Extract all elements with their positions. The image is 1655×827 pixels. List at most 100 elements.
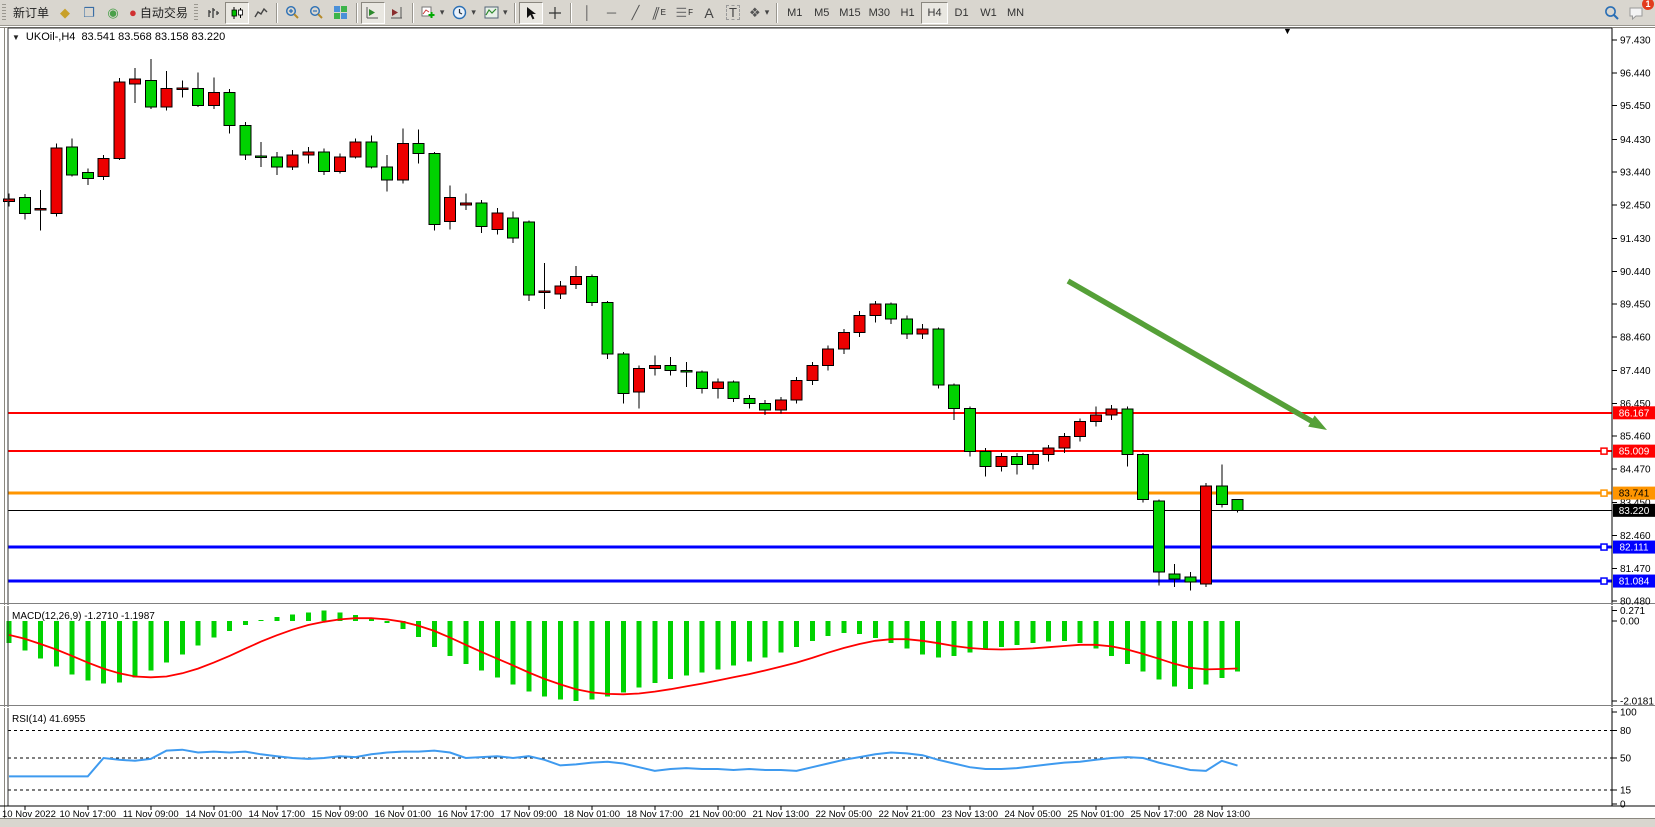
price-label-82.111: 82.111 [1613,541,1655,554]
svg-text:82.111: 82.111 [1619,543,1649,554]
svg-text:14 Nov 01:00: 14 Nov 01:00 [185,809,242,820]
arrows-button[interactable]: ❖ ▾ [745,2,773,24]
svg-text:21 Nov 00:00: 21 Nov 00:00 [689,809,746,820]
zoom-out-button[interactable] [305,2,329,24]
svg-text:80: 80 [1620,726,1632,737]
crosshair-icon [548,6,562,20]
autotrading-label: 自动交易 [140,4,188,21]
svg-text:18 Nov 17:00: 18 Nov 17:00 [626,809,683,820]
hline-handle[interactable] [1601,448,1607,454]
svg-text:88.460: 88.460 [1620,332,1651,343]
text-label-button[interactable]: T [721,2,745,24]
fibonacci-button[interactable]: ☰F [671,2,697,24]
svg-text:25 Nov 01:00: 25 Nov 01:00 [1067,809,1124,820]
timeframe-button-d1[interactable]: D1 [948,2,975,24]
channel-button[interactable]: ∥E [647,2,671,24]
channel-sub-label: E [661,8,666,17]
svg-text:14 Nov 17:00: 14 Nov 17:00 [248,809,305,820]
svg-text:0.271: 0.271 [1620,606,1645,617]
bar-chart-button[interactable] [201,2,225,24]
signals-button[interactable]: ◉ [101,2,125,24]
hline-handle[interactable] [1601,544,1607,550]
auto-scroll-button[interactable] [361,2,385,24]
chart-shift-button[interactable] [385,2,409,24]
timeframe-button-h1[interactable]: H1 [894,2,921,24]
svg-text:83.741: 83.741 [1619,489,1650,500]
svg-text:50: 50 [1620,754,1632,765]
fibonacci-icon: ☰ [675,6,687,19]
autotrading-button[interactable]: ● 自动交易 [125,2,192,24]
periods-button[interactable]: ▾ [448,2,480,24]
price-label-81.084: 81.084 [1613,575,1655,588]
toolbar-grip[interactable] [2,4,6,22]
trendline-icon: ╱ [632,6,640,19]
price-label-83.741: 83.741 [1613,487,1655,500]
crosshair-button[interactable] [543,2,567,24]
auto-scroll-icon [365,5,380,20]
svg-text:91.430: 91.430 [1620,234,1651,245]
zoom-in-button[interactable] [281,2,305,24]
tile-windows-button[interactable] [329,2,353,24]
symbol-dropdown-icon[interactable]: ▼ [12,33,20,42]
editor-button[interactable]: ◆ [53,2,77,24]
svg-text:92.450: 92.450 [1620,200,1651,211]
hline-handle[interactable] [1601,578,1607,584]
horizontal-line-button[interactable]: ─ [599,2,623,24]
hline-handle[interactable] [1601,490,1607,496]
new-order-button[interactable]: 新订单 [9,2,53,24]
price-label-85.009: 85.009 [1613,445,1655,458]
toolbar-separator [412,3,414,23]
timeframe-button-w1[interactable]: W1 [975,2,1002,24]
text-label-icon: T [726,5,740,20]
cursor-icon [524,6,538,20]
dropdown-icon: ▾ [471,7,476,18]
timeframe-button-m30[interactable]: M30 [865,2,894,24]
svg-text:18 Nov 01:00: 18 Nov 01:00 [563,809,620,820]
svg-text:16 Nov 01:00: 16 Nov 01:00 [374,809,431,820]
toolbar-grip[interactable] [194,4,198,22]
dropdown-icon: ▾ [440,7,445,18]
toolbar-separator [570,3,572,23]
svg-text:86.167: 86.167 [1619,408,1650,419]
svg-text:83.220: 83.220 [1619,506,1650,517]
svg-text:85.460: 85.460 [1620,432,1651,443]
timeframe-button-m1[interactable]: M1 [781,2,808,24]
toolbar-separator [276,3,278,23]
vertical-line-button[interactable]: │ [575,2,599,24]
timeframe-button-m15[interactable]: M15 [835,2,864,24]
chart-title-bar[interactable]: ▼ UKOil-,H4 83.541 83.568 83.158 83.220 [12,31,225,43]
candlestick-chart-button[interactable] [225,2,249,24]
fibonacci-sub-label: F [688,8,693,17]
svg-text:97.430: 97.430 [1620,36,1651,47]
toolbar-right-group: 1 [1600,2,1649,24]
timeframe-button-h4[interactable]: H4 [921,2,948,24]
trendline-button[interactable]: ╱ [623,2,647,24]
svg-text:11 Nov 09:00: 11 Nov 09:00 [123,809,179,820]
text-button[interactable]: A [697,2,721,24]
windows-icon: ❐ [83,6,95,19]
svg-text:15: 15 [1620,786,1632,797]
cursor-button[interactable] [519,2,543,24]
svg-text:94.430: 94.430 [1620,135,1651,146]
indicators-button[interactable]: ▾ [417,2,449,24]
templates-button[interactable]: ▾ [480,2,512,24]
autotrading-icon: ● [129,6,137,19]
zoom-in-icon [285,5,300,20]
vertical-line-icon: │ [583,6,591,19]
svg-text:96.440: 96.440 [1620,68,1651,79]
windows-button[interactable]: ❐ [77,2,101,24]
timeframe-button-m5[interactable]: M5 [808,2,835,24]
svg-text:0: 0 [1620,800,1626,811]
svg-text:89.450: 89.450 [1620,300,1651,311]
svg-text:16 Nov 17:00: 16 Nov 17:00 [437,809,494,820]
search-button[interactable] [1600,2,1624,24]
line-chart-button[interactable] [249,2,273,24]
chart-window: 97.43096.44095.45094.43093.44092.45091.4… [0,26,1655,827]
chart-canvas[interactable]: 97.43096.44095.45094.43093.44092.45091.4… [0,26,1655,827]
notification-badge[interactable]: 1 [1642,0,1654,10]
editor-icon: ◆ [60,6,70,19]
templates-icon [484,5,499,20]
timeframe-button-mn[interactable]: MN [1002,2,1029,24]
signals-icon: ◉ [107,6,118,19]
svg-text:15 Nov 09:00: 15 Nov 09:00 [311,809,368,820]
